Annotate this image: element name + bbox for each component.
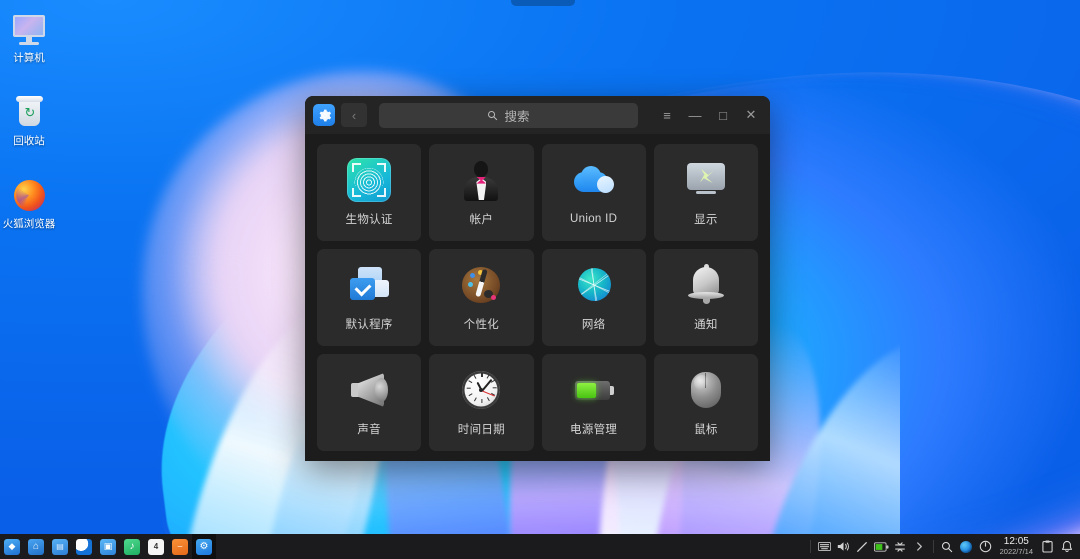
clipboard-icon[interactable] bbox=[1038, 534, 1057, 559]
music-icon: ♪ bbox=[124, 538, 140, 555]
back-button[interactable]: ‹ bbox=[341, 103, 367, 127]
control-center-window: ‹ 搜索 ≡ — □ ✕ 生物认证 帐户 Union ID 显示 默认程序 个性… bbox=[305, 96, 770, 461]
desktop-icon-computer[interactable]: 计算机 bbox=[0, 6, 58, 67]
notification-icon bbox=[684, 263, 728, 307]
tile-label: 鼠标 bbox=[694, 424, 718, 436]
fingerprint-icon bbox=[347, 158, 392, 202]
tray-divider bbox=[809, 540, 811, 553]
settings-tile-sound[interactable]: 声音 bbox=[317, 354, 422, 451]
app-store-icon: ⌣ bbox=[172, 538, 188, 555]
notification-bell-icon[interactable] bbox=[1057, 534, 1076, 559]
minimize-button[interactable]: — bbox=[682, 103, 708, 127]
settings-gear-icon: ⚙ bbox=[196, 538, 212, 555]
calendar-icon: 4 bbox=[148, 538, 164, 555]
keyboard-icon[interactable] bbox=[815, 534, 834, 559]
system-tray: 12:05 2022/7/14 bbox=[806, 534, 1080, 559]
desktop-icon-label: 回收站 bbox=[13, 135, 45, 147]
battery-icon[interactable] bbox=[872, 534, 891, 559]
settings-tile-personalization[interactable]: 个性化 bbox=[429, 249, 534, 346]
settings-tile-account[interactable]: 帐户 bbox=[429, 144, 534, 241]
settings-tile-default-apps[interactable]: 默认程序 bbox=[317, 249, 422, 346]
taskbar-app-home[interactable]: ⌂ bbox=[24, 534, 48, 559]
taskbar-app-browser[interactable] bbox=[72, 534, 96, 559]
trash-icon: ↻ bbox=[11, 95, 47, 131]
clock-date: 2022/7/14 bbox=[999, 546, 1033, 556]
desktop-icon-firefox[interactable]: 火狐浏览器 bbox=[0, 172, 58, 233]
clock-time: 12:05 bbox=[1003, 536, 1029, 547]
desktop-icon-trash[interactable]: ↻ 回收站 bbox=[0, 89, 58, 150]
launcher-icon: ◆ bbox=[4, 538, 20, 555]
taskbar-app-calendar[interactable]: 4 bbox=[144, 534, 168, 559]
settings-tile-notification[interactable]: 通知 bbox=[653, 249, 758, 346]
tile-label: 网络 bbox=[581, 319, 606, 331]
taskbar-clock[interactable]: 12:05 2022/7/14 bbox=[995, 537, 1038, 556]
tile-label: 声音 bbox=[357, 424, 381, 436]
brightness-icon[interactable] bbox=[853, 534, 872, 559]
tile-label: 通知 bbox=[694, 319, 718, 331]
top-peek-panel[interactable] bbox=[511, 0, 575, 6]
globe-icon[interactable] bbox=[957, 534, 976, 559]
taskbar-app-store[interactable]: ⌣ bbox=[168, 534, 192, 559]
clock-icon bbox=[459, 368, 503, 412]
settings-gear-icon bbox=[313, 104, 335, 126]
mouse-icon bbox=[684, 368, 728, 412]
display-icon bbox=[684, 158, 728, 202]
maximize-button[interactable]: □ bbox=[710, 103, 736, 127]
cloud-icon bbox=[572, 160, 616, 204]
settings-tile-grid: 生物认证 帐户 Union ID 显示 默认程序 个性化 网络 通知 声音 时间… bbox=[305, 134, 770, 461]
desktop-icon-label: 计算机 bbox=[13, 52, 45, 64]
settings-tile-datetime[interactable]: 时间日期 bbox=[429, 354, 534, 451]
default-apps-icon bbox=[347, 263, 391, 307]
tile-label: 帐户 bbox=[469, 214, 494, 226]
network-icon[interactable] bbox=[891, 534, 910, 559]
settings-tile-biometrics[interactable]: 生物认证 bbox=[317, 144, 422, 241]
taskbar-app-settings[interactable]: ⚙ bbox=[192, 534, 216, 559]
taskbar-app-list: ◆ ⌂ ▤ ▣ ♪ 4 ⌣ ⚙ bbox=[0, 534, 216, 559]
search-icon bbox=[488, 110, 498, 120]
desktop-icon-label: 火狐浏览器 bbox=[2, 218, 56, 230]
taskbar-app-launcher[interactable]: ◆ bbox=[0, 534, 24, 559]
settings-tile-mouse[interactable]: 鼠标 bbox=[653, 354, 758, 451]
gallery-icon: ▣ bbox=[100, 538, 116, 555]
expand-tray-icon[interactable] bbox=[910, 534, 929, 559]
tray-divider bbox=[932, 540, 934, 553]
personalization-icon bbox=[459, 263, 503, 307]
settings-tile-power[interactable]: 电源管理 bbox=[541, 354, 646, 451]
settings-tile-union-id[interactable]: Union ID bbox=[541, 144, 646, 241]
browser-icon bbox=[76, 538, 92, 555]
battery-icon bbox=[572, 368, 616, 412]
tile-label: 默认程序 bbox=[345, 319, 393, 331]
settings-tile-display[interactable]: 显示 bbox=[653, 144, 758, 241]
tile-label: 时间日期 bbox=[457, 424, 505, 436]
taskbar: ◆ ⌂ ▤ ▣ ♪ 4 ⌣ ⚙ 12:05 2022/7/14 bbox=[0, 534, 1080, 559]
tile-label: Union ID bbox=[570, 213, 618, 225]
tile-label: 个性化 bbox=[463, 319, 500, 331]
tile-label: 生物认证 bbox=[345, 214, 393, 226]
computer-icon bbox=[11, 12, 47, 48]
taskbar-app-file-manager[interactable]: ▤ bbox=[48, 534, 72, 559]
sound-icon bbox=[347, 368, 391, 412]
tile-label: 显示 bbox=[694, 214, 718, 226]
window-titlebar[interactable]: ‹ 搜索 ≡ — □ ✕ bbox=[305, 96, 770, 134]
network-icon bbox=[572, 263, 616, 307]
window-controls: ≡ — □ ✕ bbox=[654, 103, 764, 127]
power-icon[interactable] bbox=[976, 534, 995, 559]
search-input[interactable]: 搜索 bbox=[379, 102, 638, 128]
search-icon[interactable] bbox=[938, 534, 957, 559]
settings-tile-network[interactable]: 网络 bbox=[541, 249, 646, 346]
tile-label: 电源管理 bbox=[570, 424, 618, 436]
taskbar-app-gallery[interactable]: ▣ bbox=[96, 534, 120, 559]
account-icon bbox=[459, 158, 503, 202]
menu-button[interactable]: ≡ bbox=[654, 103, 680, 127]
home-icon: ⌂ bbox=[28, 538, 44, 555]
volume-icon[interactable] bbox=[834, 534, 853, 559]
desktop-icon-list: 计算机 ↻ 回收站 火狐浏览器 bbox=[0, 6, 58, 233]
firefox-icon bbox=[11, 178, 47, 214]
taskbar-spacer bbox=[216, 534, 806, 559]
file-manager-icon: ▤ bbox=[52, 538, 68, 555]
search-placeholder: 搜索 bbox=[504, 109, 530, 124]
close-button[interactable]: ✕ bbox=[738, 103, 764, 127]
taskbar-app-music[interactable]: ♪ bbox=[120, 534, 144, 559]
